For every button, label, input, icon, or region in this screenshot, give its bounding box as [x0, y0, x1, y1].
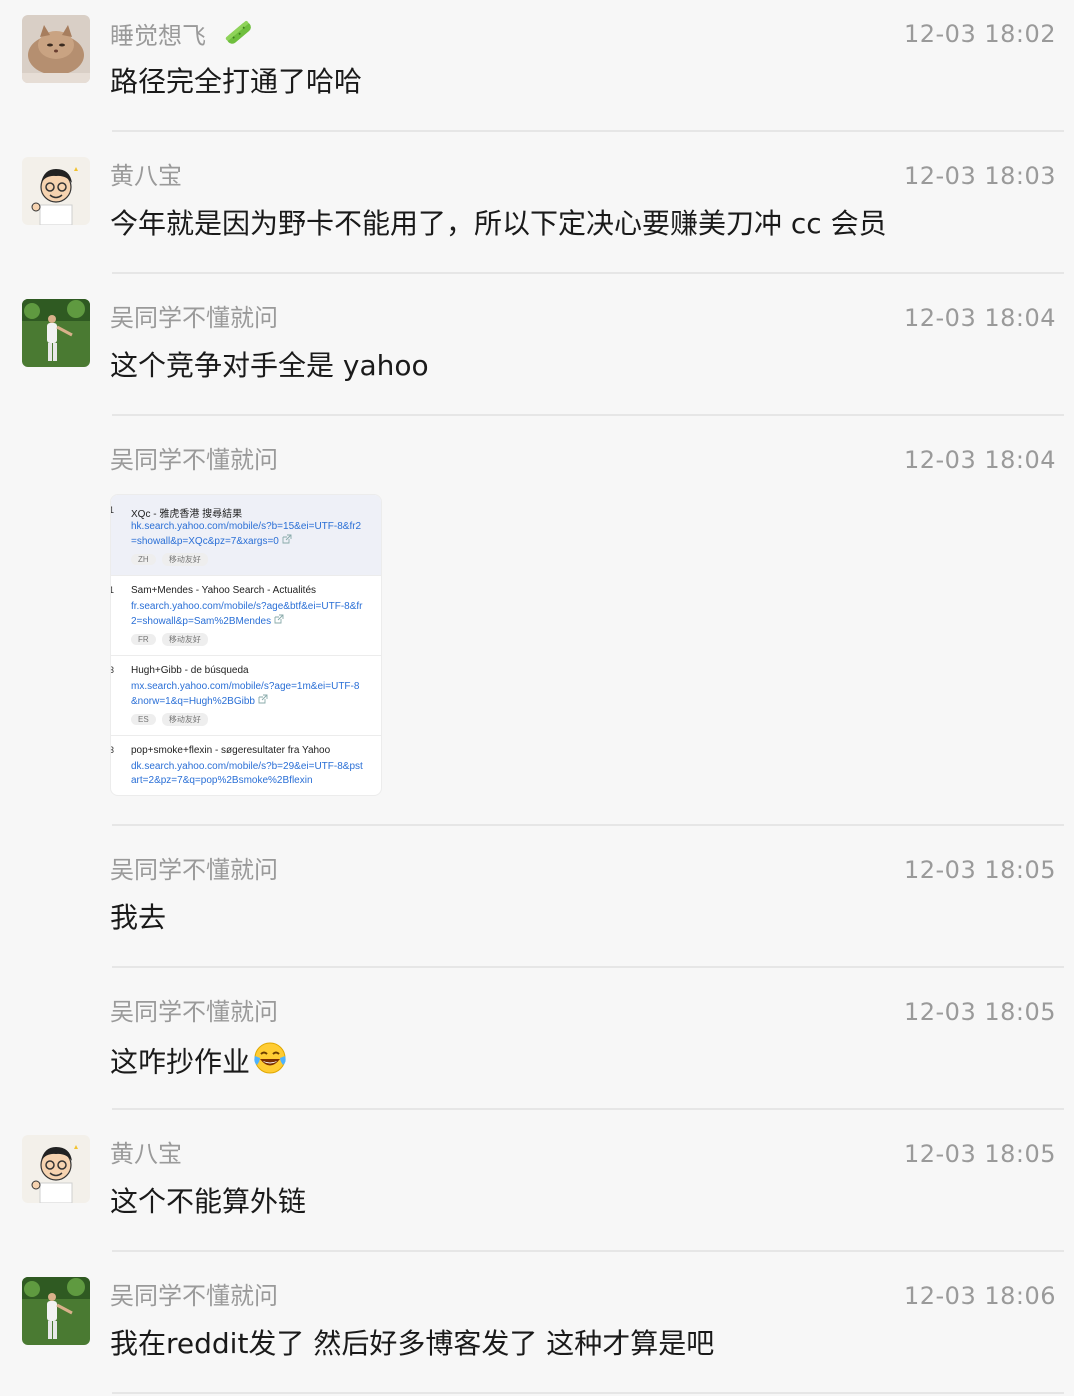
chat-message-list: 睡觉想飞 12-03 18:02 路径完全打通了哈哈 黄八宝 12-03 18:…	[0, 0, 1074, 1396]
message-time: 12-03 18:06	[903, 1282, 1056, 1310]
message-text[interactable]: 我去	[110, 898, 166, 938]
mobile-friendly-tag: 移动友好	[161, 633, 208, 646]
message-time: 12-03 18:04	[903, 304, 1056, 332]
message-divider	[112, 1250, 1064, 1252]
result-number: 3	[111, 745, 114, 755]
sender-name[interactable]: 黄八宝	[110, 1138, 182, 1170]
message-time: 12-03 18:02	[903, 20, 1056, 48]
result-tags: ES 移动友好	[131, 713, 212, 726]
cartoon-man-avatar-image	[22, 1135, 90, 1203]
result-url: mx.search.yahoo.com/mobile/s?age=1m&ei=U…	[131, 681, 360, 707]
message-text[interactable]: 今年就是因为野卡不能用了，所以下定决心要赚美刀冲 cc 会员	[110, 204, 887, 244]
avatar-cartoon-man[interactable]	[22, 1135, 90, 1203]
result-title: pop+smoke+flexin - søgeresultater fra Ya…	[131, 745, 331, 756]
garden-person-avatar-image	[22, 1277, 90, 1345]
external-link-icon	[258, 694, 268, 704]
avatar-cat[interactable]	[22, 15, 90, 83]
avatar-cartoon-man[interactable]	[22, 157, 90, 225]
language-tag: FR	[131, 634, 156, 645]
avatar-garden-person[interactable]	[22, 299, 90, 367]
message-text[interactable]: 这个竞争对手全是 yahoo	[110, 346, 429, 386]
cat-avatar-image	[22, 15, 90, 83]
sender-name[interactable]: 吴同学不懂就问	[110, 996, 278, 1028]
sender-name[interactable]: 吴同学不懂就问	[110, 1280, 278, 1312]
result-tags: FR 移动友好	[131, 633, 212, 646]
cartoon-man-avatar-image	[22, 157, 90, 225]
search-result-item: 3 pop+smoke+flexin - søgeresultater fra …	[111, 735, 381, 795]
external-link-icon	[282, 534, 292, 544]
search-result-item: 1 Sam+Mendes - Yahoo Search - Actualités…	[111, 575, 381, 656]
message-text[interactable]: 我在reddit发了 然后好多博客发了 这种才算是吧	[110, 1324, 714, 1364]
sender-name[interactable]: 吴同学不懂就问	[110, 444, 278, 476]
result-tags: ZH 移动友好	[131, 553, 212, 566]
sender-name[interactable]: 黄八宝	[110, 160, 182, 192]
message-divider	[112, 130, 1064, 132]
result-title: Hugh+Gibb - de búsqueda	[131, 665, 249, 676]
message-text[interactable]: 这咋抄作业	[110, 1040, 288, 1087]
language-tag: ZH	[131, 554, 156, 565]
tears-of-joy-icon	[252, 1040, 288, 1087]
avatar-garden-person[interactable]	[22, 1277, 90, 1345]
sender-name[interactable]: 吴同学不懂就问	[110, 854, 278, 886]
message-text[interactable]: 路径完全打通了哈哈	[110, 62, 362, 102]
message-time: 12-03 18:04	[903, 446, 1056, 474]
message-time: 12-03 18:05	[903, 998, 1056, 1026]
result-title: Sam+Mendes - Yahoo Search - Actualités	[131, 585, 317, 596]
search-result-item: 3 Hugh+Gibb - de búsqueda mx.search.yaho…	[111, 655, 381, 736]
search-result-item: 1 XQc - 雅虎香港 搜尋結果 hk.search.yahoo.com/mo…	[111, 495, 381, 576]
message-divider	[112, 966, 1064, 968]
result-url: fr.search.yahoo.com/mobile/s?age&btf&ei=…	[131, 601, 363, 627]
message-divider	[112, 824, 1064, 826]
result-title: XQc - 雅虎香港 搜尋結果	[131, 509, 243, 520]
language-tag: ES	[131, 714, 156, 725]
message-time: 12-03 18:05	[903, 1140, 1056, 1168]
sender-name[interactable]: 睡觉想飞	[110, 18, 256, 56]
message-divider	[112, 1108, 1064, 1110]
message-text-content: 这咋抄作业	[110, 1045, 251, 1079]
cucumber-icon	[222, 18, 256, 56]
mobile-friendly-tag: 移动友好	[161, 713, 208, 726]
result-url: hk.search.yahoo.com/mobile/s?b=15&ei=UTF…	[131, 521, 362, 547]
result-number: 1	[111, 585, 114, 595]
message-time: 12-03 18:03	[903, 162, 1056, 190]
message-time: 12-03 18:05	[903, 856, 1056, 884]
message-divider	[112, 414, 1064, 416]
result-number: 3	[111, 665, 114, 675]
screenshot-image[interactable]: 1 XQc - 雅虎香港 搜尋結果 hk.search.yahoo.com/mo…	[110, 494, 382, 796]
mobile-friendly-tag: 移动友好	[161, 553, 208, 566]
sender-name[interactable]: 吴同学不懂就问	[110, 302, 278, 334]
message-divider	[112, 272, 1064, 274]
result-url: dk.search.yahoo.com/mobile/s?b=29&ei=UTF…	[131, 761, 363, 786]
message-divider	[112, 1392, 1064, 1394]
garden-person-avatar-image	[22, 299, 90, 367]
sender-name-text: 睡觉想飞	[110, 22, 206, 50]
external-link-icon	[274, 614, 284, 624]
result-number: 1	[111, 505, 114, 515]
message-text[interactable]: 这个不能算外链	[110, 1182, 306, 1222]
